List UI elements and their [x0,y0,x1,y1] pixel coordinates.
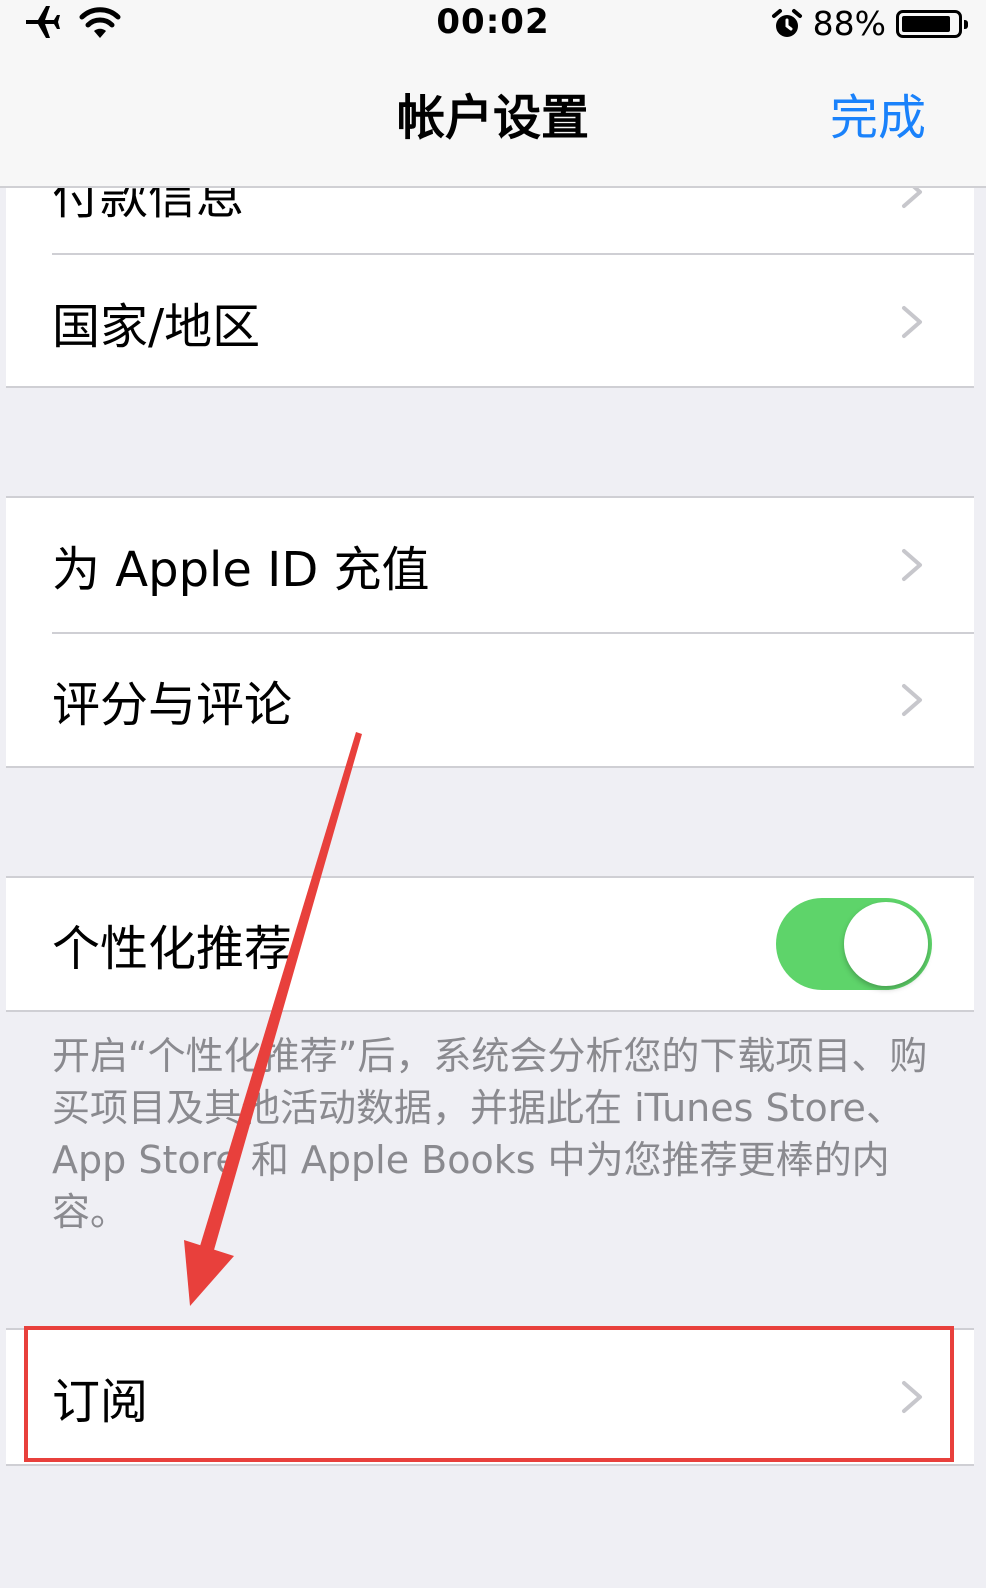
status-right: 88% [771,4,968,44]
ratings-reviews-label: 评分与评论 [52,677,293,733]
toggle-knob [844,902,928,986]
recharge-apple-id-label: 为 Apple ID 充值 [52,542,430,598]
chevron-right-icon [902,1381,922,1413]
ratings-reviews-row[interactable]: 评分与评论 [6,634,974,766]
personalization-group: 个性化推荐 [6,876,974,1012]
done-button[interactable]: 完成 [830,86,926,150]
navigation-bar: 00:02 88% 帐户设置 完成 [0,0,986,188]
chevron-right-icon [902,684,922,716]
chevron-right-icon [902,549,922,581]
personalization-footnote: 开启“个性化推荐”后，系统会分析您的下载项目、购买项目及其他活动数据，并据此在 … [52,1034,928,1234]
battery-icon [896,10,968,38]
separator [6,766,974,768]
subscriptions-group: 订阅 [6,1328,974,1466]
recharge-apple-id-row[interactable]: 为 Apple ID 充值 [6,498,974,632]
separator [6,386,974,388]
alarm-icon [771,9,802,37]
separator [6,1464,974,1466]
subscriptions-row[interactable]: 订阅 [6,1330,974,1464]
chevron-right-icon [902,305,922,338]
separator [6,1010,974,1012]
battery-tip [964,20,968,29]
country-region-row[interactable]: 国家/地区 [6,255,974,388]
account-settings-screen: 付款信息 国家/地区 为 Apple ID 充值 评分与评论 个性化推荐 开启“… [0,0,986,1588]
subscriptions-label: 订阅 [52,1374,149,1430]
personalized-recommendations-label: 个性化推荐 [52,921,293,977]
recharge-ratings-group: 为 Apple ID 充值 评分与评论 [6,496,974,768]
country-region-label: 国家/地区 [52,298,261,355]
battery-percent: 88% [812,4,886,43]
status-bar: 00:02 88% [0,0,986,46]
personalized-recommendations-toggle[interactable] [776,898,932,990]
personalized-recommendations-row: 个性化推荐 [6,878,974,1010]
battery-level [902,16,950,32]
